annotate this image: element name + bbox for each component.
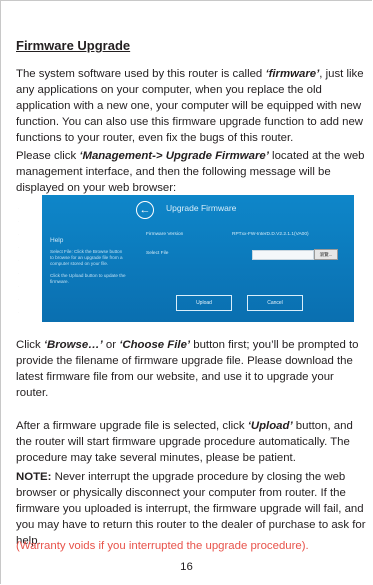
menu-path: ‘Management-> Upgrade Firmware’ (79, 150, 269, 162)
help-text: Select File: Click the Browse button to … (50, 249, 126, 285)
help-title: Help (50, 237, 64, 244)
browse-paragraph: Click ‘Browse…’ or ‘Choose File’ button … (16, 337, 366, 401)
choose-file-term: ‘Choose File’ (119, 339, 191, 351)
margin-dots: · · · · · · · · · (18, 206, 19, 314)
upload-text-start: After a firmware upgrade file is selecte… (16, 420, 248, 432)
browse-term: ‘Browse…’ (43, 339, 103, 351)
upload-button[interactable]: Upload (176, 295, 232, 311)
firmware-term: ‘firmware’ (265, 68, 320, 80)
instruction-paragraph: Please click ‘Management-> Upgrade Firmw… (16, 148, 366, 196)
browse-text-start: Click (16, 339, 44, 351)
firmware-version-value: RPTxx-FW-InterD.D.V2.2.1.1(VA00) (232, 232, 309, 237)
cancel-button[interactable]: Cancel (247, 295, 303, 311)
select-file-label: Select File (146, 251, 169, 256)
intro-text-start: The system software used by this router … (16, 68, 266, 80)
intro-paragraph: The system software used by this router … (16, 66, 366, 146)
browse-text-mid: or (102, 339, 120, 351)
page-title: Firmware Upgrade (16, 38, 131, 53)
help-text-upload: Click the Upload button to update the fi… (50, 273, 126, 284)
upgrade-firmware-screenshot: ← Upgrade Firmware Help Select File: Cli… (42, 195, 354, 322)
note-text: Never interrupt the upgrade procedure by… (16, 471, 366, 547)
note-paragraph: NOTE: Never interrupt the upgrade proced… (16, 469, 366, 549)
browse-button[interactable]: 瀏覽... (314, 249, 338, 260)
note-label: NOTE: (16, 471, 52, 483)
screenshot-title: Upgrade Firmware (166, 203, 237, 213)
instruction-text-start: Please click (16, 150, 80, 162)
page-number: 16 (180, 561, 193, 573)
arrow-left-circle-icon[interactable]: ← (136, 201, 154, 219)
warranty-warning: (Warranty voids if you interrupted the u… (16, 540, 309, 552)
upload-term: ‘Upload’ (247, 420, 293, 432)
upload-paragraph: After a firmware upgrade file is selecte… (16, 418, 366, 466)
help-text-select: Select File: Click the Browse button to … (50, 249, 123, 266)
firmware-version-label: Firmware Version (146, 232, 184, 237)
file-path-field[interactable] (252, 250, 314, 260)
